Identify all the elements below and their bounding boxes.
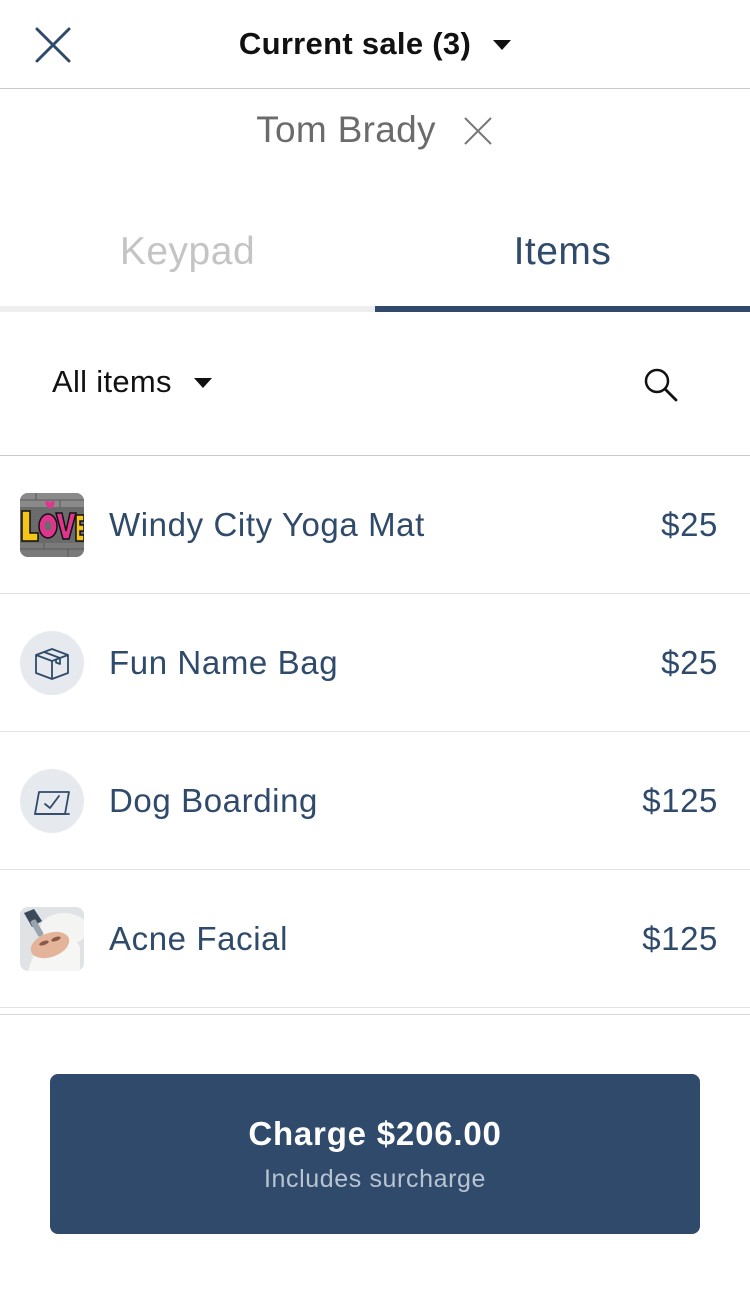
category-label[interactable]: All items [52, 364, 172, 400]
header-bar: Current sale (3) [0, 0, 750, 89]
service-icon [20, 769, 84, 833]
charge-sublabel: Includes surcharge [263, 1164, 487, 1193]
item-name: Windy City Yoga Mat [109, 506, 425, 543]
facial-photo [20, 907, 84, 971]
tab-keypad[interactable]: Keypad [0, 200, 375, 304]
item-price: $25 [661, 506, 718, 543]
search-icon[interactable] [642, 366, 680, 404]
charge-button[interactable]: Charge $206.00 Includes surcharge [50, 1074, 700, 1234]
filter-bar: All items [0, 312, 750, 456]
chevron-down-icon[interactable] [493, 40, 512, 50]
list-item[interactable]: Windy City Yoga Mat $25 [0, 456, 750, 594]
divider [0, 1014, 750, 1015]
graffiti-image [20, 493, 84, 557]
list-item[interactable]: Fun Name Bag $25 [0, 594, 750, 732]
page-title[interactable]: Current sale (3) [239, 26, 471, 62]
list-item[interactable]: Dog Boarding $125 [0, 732, 750, 870]
item-name: Dog Boarding [109, 782, 319, 819]
item-name: Acne Facial [109, 920, 289, 957]
charge-label: Charge $206.00 [248, 1114, 502, 1152]
close-icon[interactable] [462, 115, 494, 147]
customer-chip: Tom Brady [0, 100, 750, 160]
sale-selector[interactable]: Current sale (3) [0, 0, 750, 88]
box-icon [20, 631, 84, 695]
item-name: Fun Name Bag [109, 644, 339, 681]
item-list: Windy City Yoga Mat $25 Fun Name Bag $25… [0, 456, 750, 1008]
item-price: $125 [642, 782, 718, 819]
item-price: $125 [642, 920, 718, 957]
tab-items[interactable]: Items [375, 200, 750, 304]
tab-bar: Keypad Items [0, 200, 750, 312]
customer-name[interactable]: Tom Brady [256, 109, 436, 151]
list-item[interactable]: Acne Facial $125 [0, 870, 750, 1008]
chevron-down-icon[interactable] [193, 378, 212, 388]
category-dropdown[interactable]: All items [52, 364, 212, 400]
item-price: $25 [661, 644, 718, 681]
